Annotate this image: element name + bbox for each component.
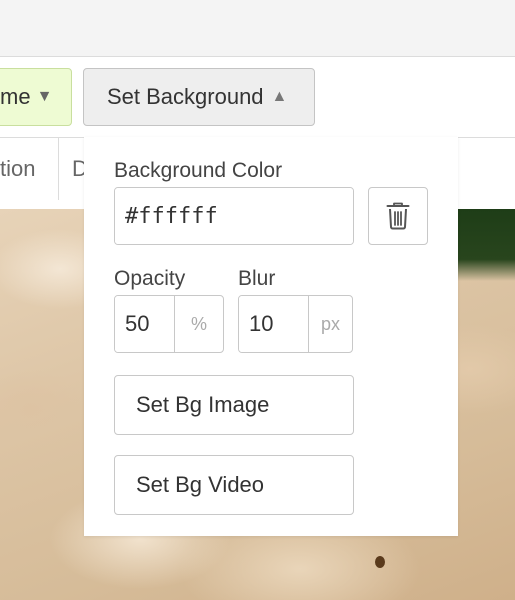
trash-icon	[386, 202, 410, 230]
set-background-button[interactable]: Set Background ▲	[83, 68, 315, 126]
top-bar	[0, 0, 515, 57]
set-bg-video-button[interactable]: Set Bg Video	[114, 455, 354, 515]
photo-dark-region	[455, 209, 515, 281]
blur-unit: px	[320, 313, 340, 334]
frame-dropdown-label: me	[0, 84, 31, 109]
clear-background-button[interactable]	[368, 187, 428, 245]
set-background-label: Set Background	[107, 84, 264, 109]
background-color-label: Background Color	[114, 159, 283, 182]
frame-dropdown-button[interactable]: me ▼	[0, 68, 72, 126]
blur-input[interactable]	[239, 296, 309, 352]
tab-partial-left[interactable]: tion	[0, 138, 59, 200]
opacity-unit: %	[190, 313, 207, 334]
set-bg-video-label: Set Bg Video	[136, 472, 265, 497]
opacity-group: %	[114, 295, 224, 353]
set-background-popup: Background Color Opacity Blur % px Set B…	[84, 137, 458, 536]
photo-spot	[375, 556, 385, 568]
caret-down-icon: ▼	[36, 88, 53, 105]
caret-up-icon: ▲	[271, 88, 288, 105]
background-color-input[interactable]	[115, 188, 353, 244]
set-bg-image-button[interactable]: Set Bg Image	[114, 375, 354, 435]
set-bg-image-label: Set Bg Image	[136, 392, 270, 417]
blur-label: Blur	[238, 267, 276, 290]
background-color-group	[114, 187, 354, 245]
tab-partial-left-label: tion	[0, 156, 36, 181]
toolbar: me ▼ Set Background ▲	[0, 57, 515, 137]
opacity-input[interactable]	[115, 296, 175, 352]
blur-group: px	[238, 295, 353, 353]
opacity-label: Opacity	[114, 267, 186, 290]
